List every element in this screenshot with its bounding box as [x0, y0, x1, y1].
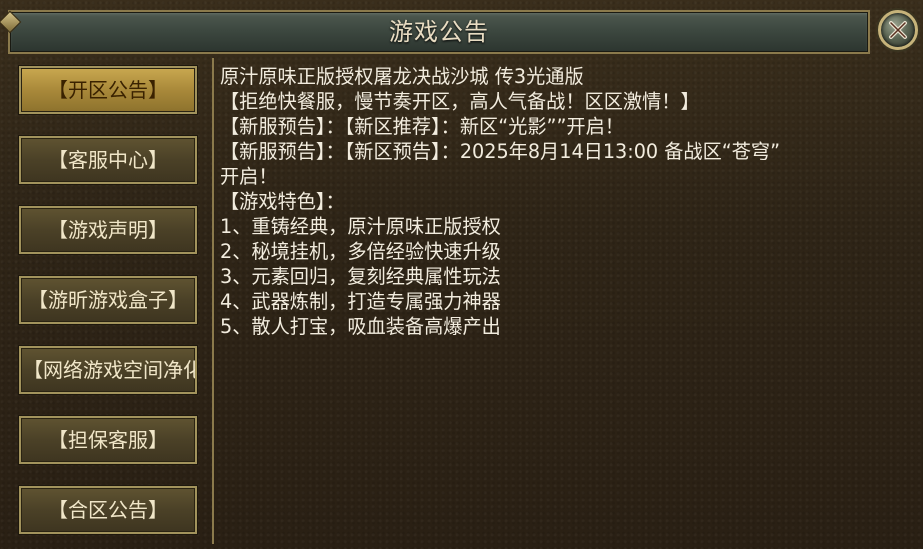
announcement-line: 3、元素回归，复刻经典属性玩法 — [220, 265, 501, 288]
announcement-line: 【新服预告】：【新区推荐】：新区“光影””开启！ — [220, 115, 624, 138]
sidebar-item-label: 【担保客服】 — [48, 428, 168, 452]
announcement-line: 2、秘境挂机，多倍经验快速升级 — [220, 240, 501, 263]
sidebar-item-label: 【游昕游戏盒子】 — [28, 288, 188, 312]
sidebar-item-game-statement[interactable]: 【游戏声明】 — [19, 206, 197, 254]
sidebar-item-network-cleanup[interactable]: 【网络游戏空间净化】 — [19, 346, 197, 394]
sidebar-item-label: 【网络游戏空间净化】 — [23, 358, 195, 382]
sidebar-item-label: 【游戏声明】 — [48, 218, 168, 242]
sidebar-item-server-open-notice[interactable]: 【开区公告】 — [19, 66, 197, 114]
sidebar-item-label: 【合区公告】 — [48, 498, 168, 522]
sidebar: 【开区公告】 【客服中心】 【游戏声明】 【游昕游戏盒子】 【网络游戏空间净化】… — [6, 58, 214, 544]
window-title: 游戏公告 — [389, 18, 489, 46]
announcement-line: 1、重铸经典，原汁原味正版授权 — [220, 215, 501, 238]
announcement-line: 【游戏特色】： — [220, 190, 345, 213]
sidebar-item-server-merge-notice[interactable]: 【合区公告】 — [19, 486, 197, 534]
sidebar-item-guarantee-service[interactable]: 【担保客服】 — [19, 416, 197, 464]
announcement-line: 【拒绝快餐服，慢节奏开区，高人气备战！区区激情！】 — [220, 90, 700, 113]
announcement-window: 游戏公告 【开区公告】 【客服中心】 【游戏声明】 【游昕游戏盒子】 【网络游戏… — [0, 0, 923, 549]
sidebar-item-label: 【客服中心】 — [48, 148, 168, 172]
sidebar-item-game-box[interactable]: 【游昕游戏盒子】 — [19, 276, 197, 324]
close-button[interactable] — [878, 10, 918, 50]
announcement-line: 4、武器炼制，打造专属强力神器 — [220, 290, 501, 313]
announcement-line: 【新服预告】：【新区预告】：2025年8月14日13:00 备战区“苍穹” — [220, 140, 781, 163]
title-bar: 游戏公告 — [0, 10, 870, 54]
close-icon — [889, 21, 907, 39]
announcement-line: 开启！ — [220, 165, 278, 188]
sidebar-item-label: 【开区公告】 — [48, 78, 168, 102]
announcement-content: 原汁原味正版授权屠龙决战沙城 传3光通版 【拒绝快餐服，慢节奏开区，高人气备战！… — [220, 64, 920, 544]
sidebar-item-customer-service[interactable]: 【客服中心】 — [19, 136, 197, 184]
announcement-line: 5、散人打宝，吸血装备高爆产出 — [220, 315, 501, 338]
announcement-line: 原汁原味正版授权屠龙决战沙城 传3光通版 — [220, 65, 584, 88]
